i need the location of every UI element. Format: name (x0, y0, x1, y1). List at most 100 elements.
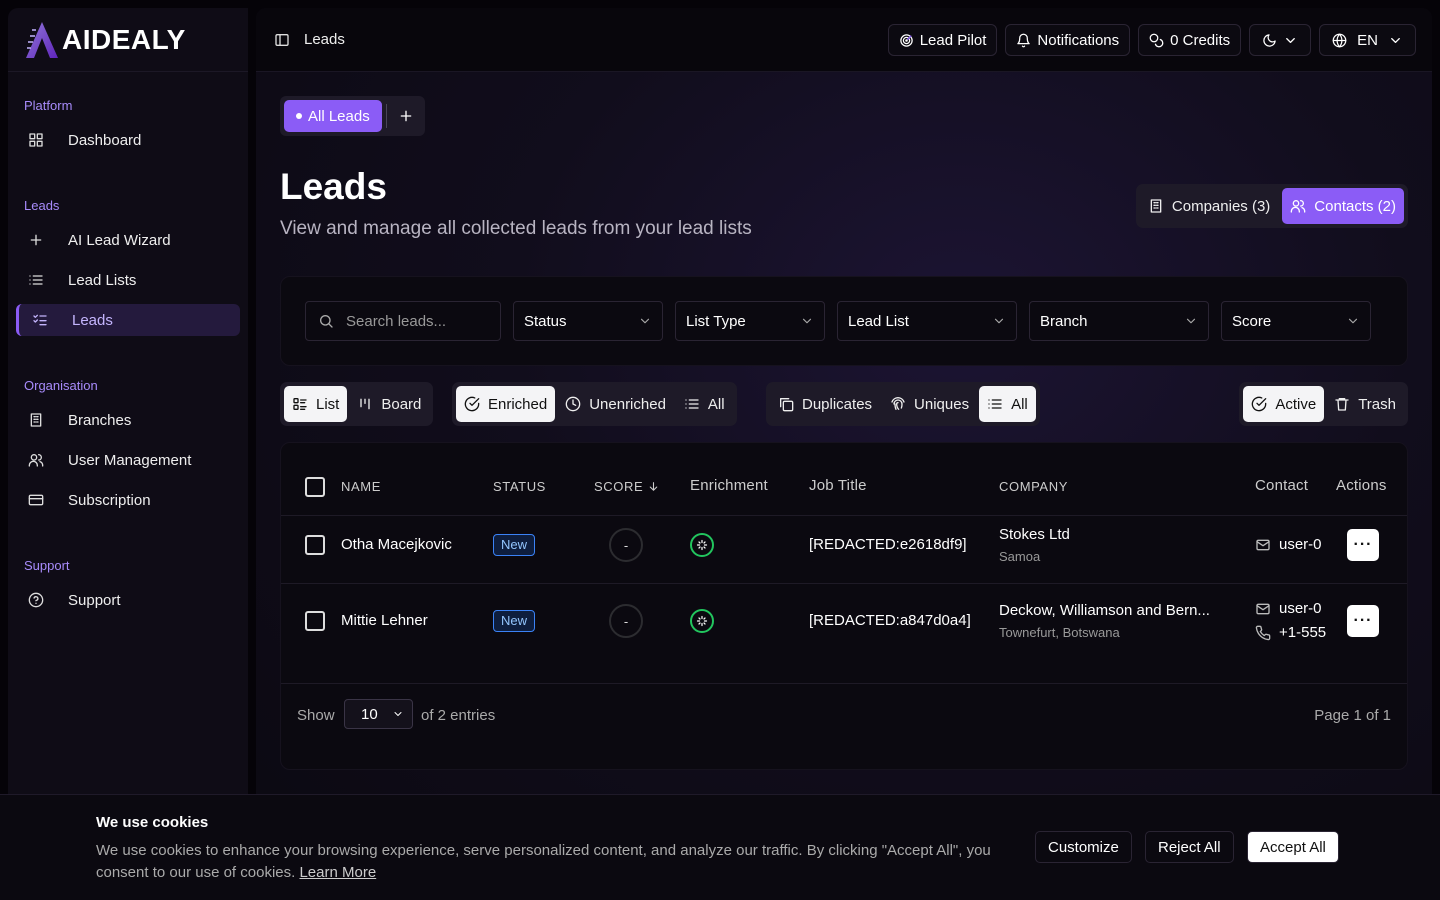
contact-email[interactable]: user-0 (1255, 600, 1335, 617)
uniques-label: Uniques (914, 395, 970, 413)
tab-dot (296, 113, 302, 119)
globe-icon (1332, 33, 1347, 48)
building-icon (28, 412, 44, 428)
kanban-icon (357, 396, 373, 412)
job-title: [REDACTED:e2618df9] (809, 536, 967, 553)
sidebar-item-label: Branches (68, 411, 132, 429)
sidebar-item-user-management[interactable]: User Management (16, 444, 240, 476)
reject-all-button[interactable]: Reject All (1145, 831, 1234, 863)
nav-group-label: Leads (24, 198, 60, 213)
company-name[interactable]: Stokes Ltd (999, 526, 1070, 543)
chevron-down-icon (992, 314, 1006, 328)
check-circle-icon (464, 396, 480, 412)
column-header-score[interactable]: SCORE (594, 479, 660, 494)
target-icon (899, 33, 914, 48)
list-type-filter[interactable]: List Type (675, 301, 825, 341)
search-placeholder: Search leads... (346, 312, 447, 330)
row-actions-button[interactable]: ··· (1347, 605, 1379, 637)
duplicates-label: Duplicates (802, 395, 873, 413)
sidebar-item-label: Subscription (68, 491, 151, 509)
duplicate-toggle: Duplicates Uniques All (766, 382, 1040, 426)
list-view-button[interactable]: List (284, 386, 348, 422)
sidebar-item-label: AI Lead Wizard (68, 231, 171, 249)
contact-email[interactable]: user-0 (1255, 536, 1335, 553)
notifications-label: Notifications (1037, 31, 1120, 49)
sidebar-toggle-icon[interactable] (274, 32, 290, 48)
status-filter[interactable]: Status (513, 301, 663, 341)
company-location: Townefurt, Botswana (999, 625, 1120, 640)
breadcrumb[interactable]: Leads (304, 31, 345, 48)
header-divider (281, 515, 1407, 516)
credits-button[interactable]: 0 Credits (1138, 24, 1242, 56)
enriched-button[interactable]: Enriched (456, 386, 556, 422)
leads-table: NAME STATUS SCORE Enrichment Job Title C… (280, 442, 1408, 770)
cookie-title: We use cookies (96, 814, 209, 831)
grid-icon (28, 132, 44, 148)
duplicate-all-button[interactable]: All (979, 386, 1036, 422)
customize-button[interactable]: Customize (1035, 831, 1132, 863)
enrichment-all-button[interactable]: All (676, 386, 733, 422)
row-actions-button[interactable]: ··· (1347, 529, 1379, 561)
column-header-status[interactable]: STATUS (493, 479, 546, 494)
companies-tab[interactable]: Companies (3) (1140, 188, 1278, 224)
plus-icon (28, 232, 44, 248)
language-select[interactable]: EN (1319, 24, 1416, 56)
row-checkbox[interactable] (305, 611, 325, 631)
lead-list-filter-label: Lead List (848, 312, 909, 330)
credits-label: 0 Credits (1170, 31, 1231, 49)
company-name[interactable]: Deckow, Williamson and Bern... (999, 602, 1224, 619)
ellipsis-icon: ··· (1353, 536, 1373, 553)
unenriched-button[interactable]: Unenriched (557, 386, 674, 422)
score-filter[interactable]: Score (1221, 301, 1371, 341)
show-label: Show (297, 707, 335, 724)
add-tab-button[interactable] (391, 100, 421, 132)
branch-filter[interactable]: Branch (1029, 301, 1209, 341)
nav-group-label: Organisation (24, 378, 98, 393)
duplicates-button[interactable]: Duplicates (770, 386, 880, 422)
sidebar-item-ai-lead-wizard[interactable]: AI Lead Wizard (16, 224, 240, 256)
sidebar-item-lead-lists[interactable]: Lead Lists (16, 264, 240, 296)
lead-pilot-button[interactable]: Lead Pilot (887, 24, 998, 56)
accept-all-button[interactable]: Accept All (1247, 831, 1339, 863)
lead-list-filter[interactable]: Lead List (837, 301, 1017, 341)
chevron-down-icon (1388, 33, 1403, 48)
sidebar-item-label: Dashboard (68, 131, 142, 149)
contact-phone[interactable]: +1-555 (1255, 624, 1335, 641)
page-size-select[interactable]: 10 (344, 699, 413, 729)
check-circle-icon (1251, 396, 1267, 412)
theme-toggle-button[interactable] (1249, 24, 1312, 56)
page-size-value: 10 (361, 705, 378, 723)
learn-more-link[interactable]: Learn More (299, 864, 376, 881)
notifications-button[interactable]: Notifications (1005, 24, 1131, 56)
sidebar-item-dashboard[interactable]: Dashboard (16, 124, 240, 156)
search-input[interactable]: Search leads... (305, 301, 501, 341)
sidebar-item-branches[interactable]: Branches (16, 404, 240, 436)
row-checkbox[interactable] (305, 535, 325, 555)
score-ring: - (609, 528, 643, 562)
column-header-company[interactable]: COMPANY (999, 479, 1068, 494)
lead-name[interactable]: Otha Macejkovic (341, 536, 452, 553)
clock-icon (565, 396, 581, 412)
tab-all-leads[interactable]: All Leads (284, 100, 382, 132)
sidebar-item-support[interactable]: Support (16, 584, 240, 616)
uniques-button[interactable]: Uniques (882, 386, 977, 422)
filters-panel: Search leads... Status List Type Lead Li… (280, 276, 1408, 366)
branch-filter-label: Branch (1040, 312, 1088, 330)
logo[interactable]: AIDEALY (8, 8, 248, 72)
contacts-tab[interactable]: Contacts (2) (1282, 188, 1404, 224)
status-filter-label: Status (524, 312, 567, 330)
column-header-name[interactable]: NAME (341, 479, 381, 494)
lead-name[interactable]: Mittie Lehner (341, 612, 428, 629)
column-header-job-title: Job Title (809, 477, 867, 494)
list-checks-icon (32, 312, 48, 328)
trash-button[interactable]: Trash (1326, 386, 1404, 422)
select-all-checkbox[interactable] (305, 477, 325, 497)
board-view-button[interactable]: Board (349, 386, 429, 422)
sidebar-item-subscription[interactable]: Subscription (16, 484, 240, 516)
nav-group-organisation: Organisation Branches User Management Su… (16, 376, 240, 516)
lead-tabs: All Leads (280, 96, 425, 136)
nav-group-platform: Platform Dashboard (16, 96, 240, 156)
phone-value: +1-555 (1279, 624, 1327, 641)
active-button[interactable]: Active (1243, 386, 1325, 422)
sidebar-item-leads[interactable]: Leads (16, 304, 240, 336)
